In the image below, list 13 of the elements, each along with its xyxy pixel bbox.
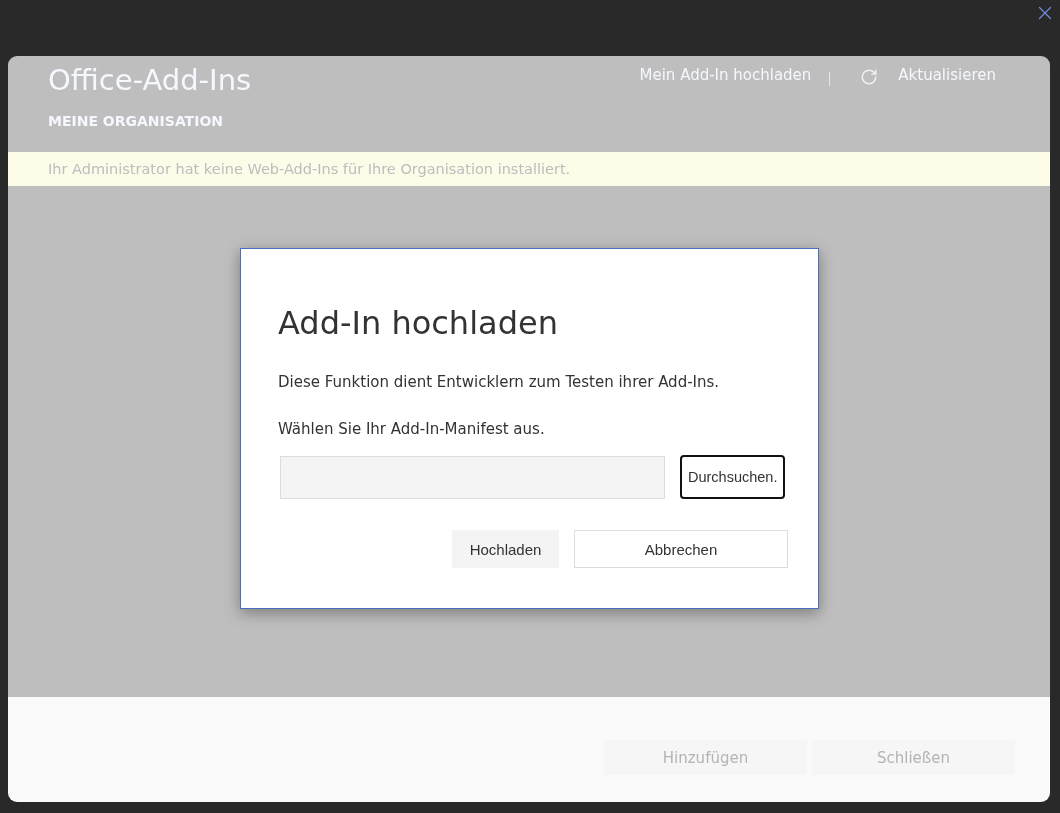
dialog-prompt: Wählen Sie Ihr Add-In-Manifest aus.	[278, 419, 546, 439]
browse-button[interactable]: Durchsuchen.	[680, 455, 785, 499]
cancel-button[interactable]: Abbrechen	[574, 530, 788, 568]
window-title: Office-Add-Ins	[48, 62, 252, 98]
refresh-link[interactable]: Aktualisieren	[898, 64, 996, 86]
dialog-title: Add-In hochladen	[278, 303, 559, 343]
upload-link[interactable]: Mein Add-In hochladen	[639, 64, 812, 86]
upload-button[interactable]: Hochladen	[452, 530, 559, 568]
file-field[interactable]	[280, 455, 665, 499]
refresh-icon[interactable]	[860, 68, 879, 86]
notice-text: Ihr Administrator hat keine Web-Add-Ins für Ihre Organisation installiert.	[48, 161, 571, 177]
dialog-description: Diese Funktion dient Entwicklern zum Testen ihrer Add-Ins.	[278, 372, 721, 392]
section-label: MEINE ORGANISATION	[48, 112, 224, 130]
